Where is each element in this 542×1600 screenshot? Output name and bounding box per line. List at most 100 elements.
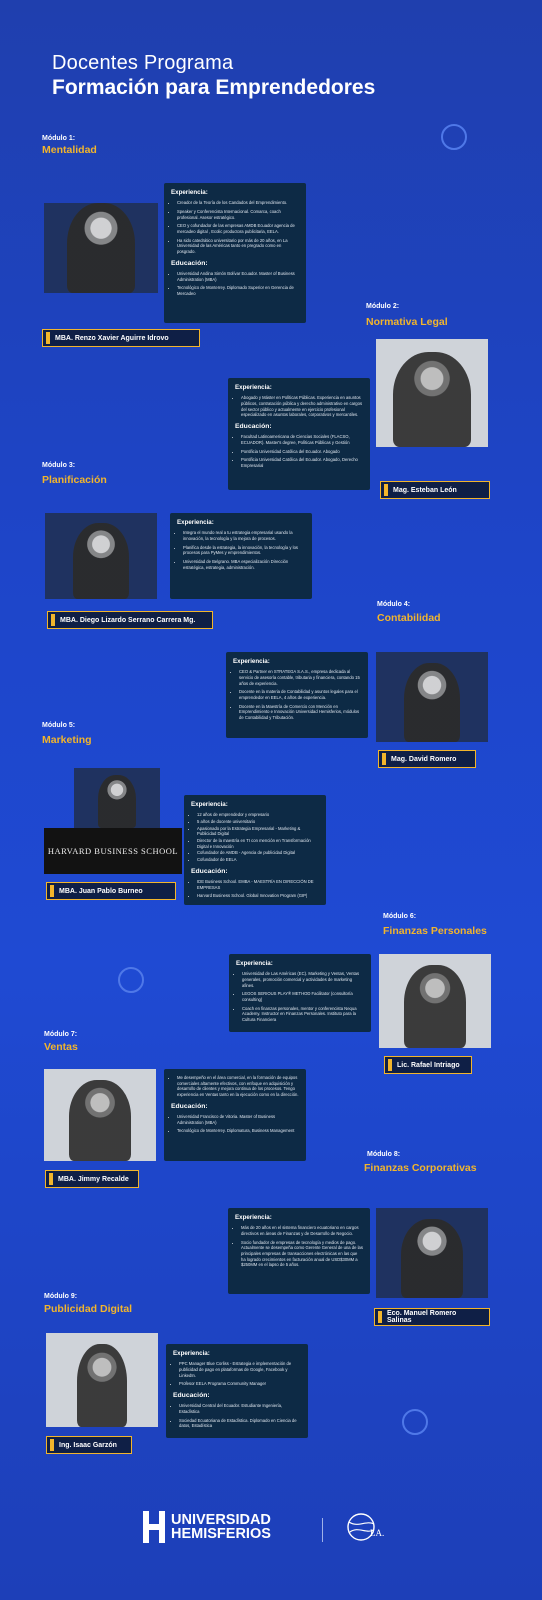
decorative-circle [441, 124, 467, 150]
university-name-line2: HEMISFERIOS [171, 1526, 271, 1542]
education-item: Pontificia Universidad Católica del Ecua… [241, 457, 363, 468]
module-2-name: Normativa Legal [366, 316, 448, 328]
harvard-business-school-sign: HARVARD BUSINESS SCHOOL [44, 828, 182, 874]
module-4-label: Módulo 4: [377, 601, 411, 608]
decorative-circle [402, 1409, 428, 1435]
teacher-photo-7 [44, 1069, 156, 1161]
education-item: Harvard Business School. Global Innovati… [197, 893, 319, 899]
teacher-photo-6 [379, 954, 491, 1048]
module-4-name: Contabilidad [377, 612, 441, 624]
teacher-photo-3 [45, 513, 157, 599]
teacher-name-text: Ing. Isaac Garzón [59, 1441, 117, 1449]
experience-heading: Experiencia: [233, 658, 270, 665]
teacher-photo-8 [376, 1208, 488, 1298]
experience-heading: Experiencia: [177, 519, 214, 526]
experience-item: Abogado y Máster en Políticas Públicas. … [241, 395, 363, 418]
experience-item: Profesor EELA Programa Community Manager [179, 1381, 301, 1387]
experience-item: Cofundador de AMDB - Agencia de publicid… [197, 850, 319, 856]
module-6-name: Finanzas Personales [383, 925, 487, 937]
universidad-hemisferios-logo: UNIVERSIDAD HEMISFERIOS [143, 1511, 271, 1543]
teacher-name-text: MBA. Diego Lizardo Serrano Carrera Mg. [60, 616, 196, 624]
education-heading: Educación: [173, 1392, 210, 1400]
module-2-card: Experiencia: Abogado y Máster en Polític… [228, 378, 370, 490]
teacher-name-text: Eco. Manuel Romero Salinas [387, 1310, 457, 1324]
experience-item: Planifica desde la estrategia, la innova… [183, 545, 305, 556]
experience-item: CEO & Partner en STRATEGA S.A.S., empres… [239, 669, 361, 686]
teacher-name-3: MBA. Diego Lizardo Serrano Carrera Mg. [47, 611, 213, 629]
education-heading: Educación: [171, 1102, 208, 1110]
education-item: Universidad Francisco de Vitoria. Master… [177, 1114, 299, 1125]
module-9-label: Módulo 9: [44, 1293, 78, 1300]
experience-item: Director de la maestría en TI con menció… [197, 838, 319, 849]
experience-item: Docente en la Maestría de Comercio con M… [239, 704, 361, 721]
education-item: Tecnológico de Monterrey. Diplomado Supe… [177, 285, 299, 296]
module-1-name: Mentalidad [42, 144, 97, 156]
module-7-name: Ventas [44, 1041, 78, 1053]
education-item: Tecnológico de Monterrey. Diplomatura, B… [177, 1128, 299, 1134]
teacher-name-7: MBA. Jimmy Recalde [45, 1170, 139, 1188]
teacher-name-text: Lic. Rafael Intriago [397, 1061, 460, 1069]
module-9-card: Experiencia: PPC Manager Blue Corliss - … [166, 1344, 308, 1438]
experience-item: Integra el mundo real a tu estrategia em… [183, 530, 305, 541]
teacher-photo-1 [44, 203, 158, 293]
page-title-line2: Formación para Emprendedores [52, 76, 376, 99]
module-8-label: Módulo 8: [367, 1151, 401, 1158]
experience-heading: Experiencia: [235, 1214, 272, 1221]
module-1-card: Experiencia: Creador de la Teoría de los… [164, 183, 306, 323]
experience-item: Más de 20 años en el sistema financiero … [241, 1225, 363, 1236]
experience-item: Creador de la Teoría de los Candados del… [177, 200, 299, 206]
module-3-card: Experiencia: Integra el mundo real a tu … [170, 513, 312, 599]
experience-item: 5 años de docente universitario [197, 819, 319, 825]
education-heading: Educación: [191, 867, 228, 875]
education-item: Universidad Central del Ecuador. Estudia… [179, 1403, 301, 1414]
teacher-name-text: Mag. David Romero [391, 755, 457, 763]
module-1-label: Módulo 1: [42, 135, 76, 142]
experience-item: LEGOS SERIOUS PLAY® METHOD Facilitator (… [242, 991, 364, 1002]
teacher-name-5: MBA. Juan Pablo Burneo [46, 882, 176, 900]
module-2-label: Módulo 2: [366, 303, 400, 310]
education-heading: Educación: [171, 259, 208, 267]
experience-item: CEO y cofundador de las empresas AMDB Ec… [177, 223, 299, 234]
education-item: Pontificia Universidad Católica del Ecua… [241, 449, 363, 455]
teacher-name-1: MBA. Renzo Xavier Aguirre Idrovo [42, 329, 200, 347]
experience-item: PPC Manager Blue Corliss - Estrategia e … [179, 1361, 301, 1378]
experience-heading: Experiencia: [173, 1350, 210, 1357]
teacher-name-2: Mag. Esteban León [380, 481, 490, 499]
teacher-photo-2 [376, 339, 488, 447]
teacher-name-text: MBA. Jimmy Recalde [58, 1175, 129, 1183]
module-8-card: Experiencia: Más de 20 años en el sistem… [228, 1208, 370, 1294]
teacher-name-8: Eco. Manuel Romero Salinas [374, 1308, 490, 1326]
module-4-card: Experiencia: CEO & Partner en STRATEGA S… [226, 652, 368, 738]
eela-logo-text: LA. [370, 1528, 385, 1538]
teacher-name-6: Lic. Rafael Intriago [384, 1056, 472, 1074]
experience-heading: Experiencia: [171, 189, 208, 196]
experience-item: Socio fundador de empresas de tecnología… [241, 1240, 363, 1268]
experience-item: Universidad de Las Américas (EC). Market… [242, 971, 364, 988]
teacher-name-text: MBA. Juan Pablo Burneo [59, 887, 143, 895]
teacher-photo-4 [376, 652, 488, 742]
experience-item: 12 años de emprendedor y empresario [197, 812, 319, 818]
experience-heading: Experiencia: [235, 384, 272, 391]
experience-item: Cofundador de EELA [197, 857, 319, 863]
module-6-label: Módulo 6: [383, 913, 417, 920]
teacher-name-9: Ing. Isaac Garzón [46, 1436, 132, 1454]
teacher-name-4: Mag. David Romero [378, 750, 476, 768]
teacher-name-text: MBA. Renzo Xavier Aguirre Idrovo [55, 334, 169, 342]
teacher-photo-5 [74, 768, 160, 828]
education-item: Sociedad Ecuatoriana de Estadística. Dip… [179, 1418, 301, 1429]
experience-item: Apasionado por la Estrategia Empresarial… [197, 826, 319, 837]
experience-item: Me desempeño en el área comercial, en la… [177, 1075, 299, 1098]
module-8-name: Finanzas Corporativas [364, 1162, 477, 1174]
decorative-circle [118, 967, 144, 993]
education-heading: Educación: [235, 423, 272, 431]
module-5-card: Experiencia: 12 años de emprendedor y em… [184, 795, 326, 905]
experience-item: Ha sido catedrático universitario por má… [177, 238, 299, 255]
hemisferios-h-icon [143, 1511, 165, 1543]
experience-item: Universidad de Belgrano. MBA especializa… [183, 559, 305, 570]
teacher-name-text: Mag. Esteban León [393, 486, 457, 494]
education-item: Facultad Latinoamericana de Ciencias Soc… [241, 434, 363, 445]
module-6-card: Experiencia: Universidad de Las Américas… [229, 954, 371, 1032]
experience-heading: Experiencia: [236, 960, 273, 967]
module-5-name: Marketing [42, 734, 92, 746]
experience-item: Docente en la materia de Contabilidad y … [239, 689, 361, 700]
